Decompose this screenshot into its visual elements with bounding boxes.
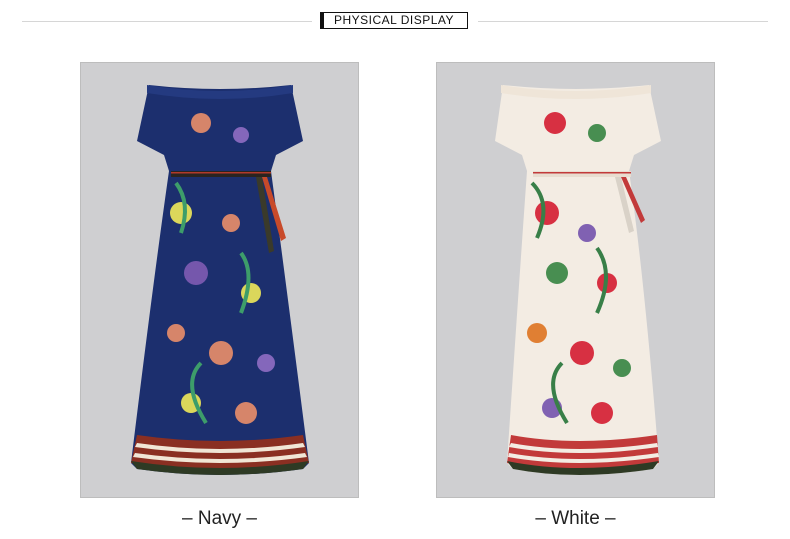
section-header: PHYSICAL DISPLAY	[0, 10, 790, 34]
header-rule-right	[478, 21, 768, 22]
section-title: PHYSICAL DISPLAY	[320, 12, 468, 29]
white-dress-illustration	[495, 85, 661, 475]
product-image-navy[interactable]	[80, 62, 359, 498]
header-rule-left	[22, 21, 312, 22]
caption-white: – White –	[535, 508, 616, 529]
caption-navy: – Navy –	[182, 508, 257, 529]
product-image-white[interactable]	[436, 62, 715, 498]
navy-dress-illustration	[131, 85, 309, 475]
